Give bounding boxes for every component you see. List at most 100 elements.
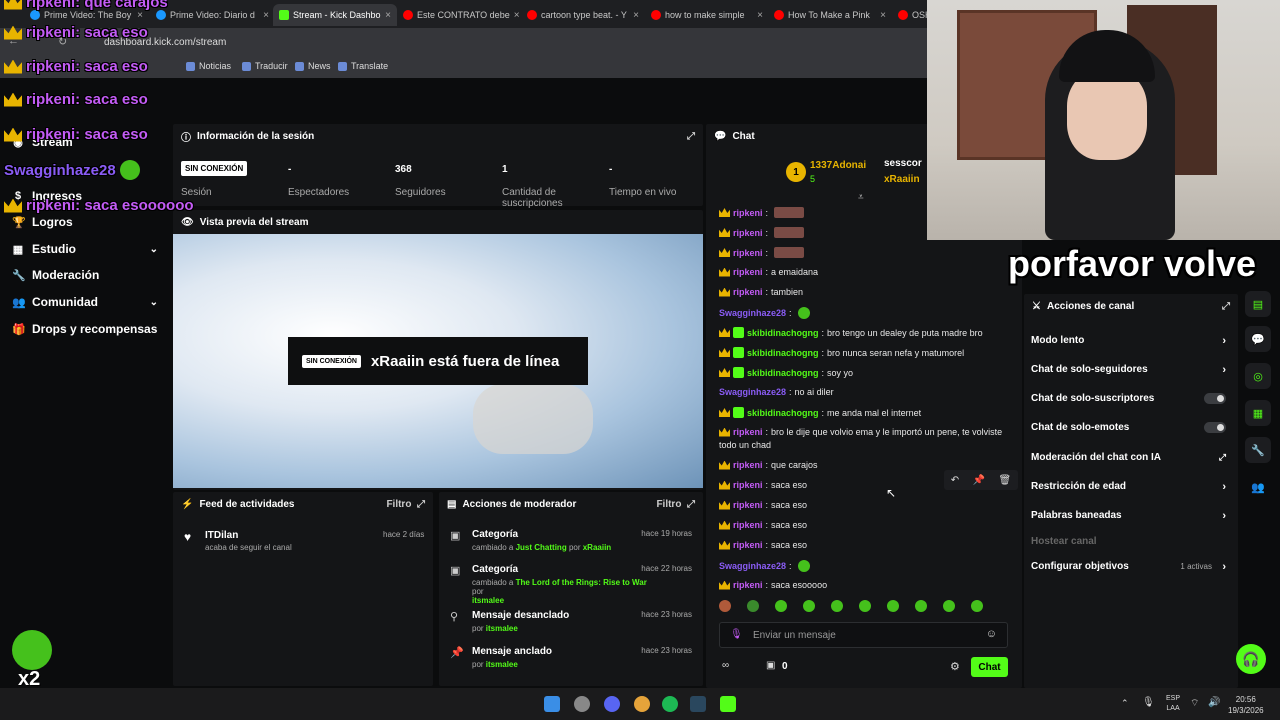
rail-chat-icon[interactable]: 💬 <box>1245 326 1271 352</box>
chat-message[interactable]: ripkeni: saca eso <box>719 480 807 490</box>
close-icon[interactable]: × <box>633 10 639 21</box>
emote-icon[interactable] <box>915 600 927 612</box>
bookmark[interactable]: Noticias <box>186 61 231 71</box>
browser-tab[interactable]: Prime Video: Diario d × <box>150 4 275 26</box>
chat-username[interactable]: ripkeni <box>733 480 763 490</box>
bookmark[interactable]: News <box>295 61 331 71</box>
channel-action-item[interactable]: Moderación del chat con IA ⤢ <box>1031 452 1226 463</box>
leader-name[interactable]: 1337Adonai <box>810 160 866 171</box>
browser-tab[interactable]: how to make simple × <box>645 4 769 26</box>
chat-message[interactable]: ripkeni: a emaidana <box>719 267 818 277</box>
mod-filter[interactable]: Filtro ⤢ <box>656 499 695 510</box>
send-chat-button[interactable]: Chat <box>971 657 1008 677</box>
emote-icon[interactable] <box>859 600 871 612</box>
chat-message[interactable]: ripkeni: tambien <box>719 287 803 297</box>
chat-username[interactable]: ripkeni <box>733 208 763 218</box>
chat-username[interactable]: skibidinachogng <box>747 348 819 358</box>
reply-icon[interactable]: ↶ <box>951 475 959 486</box>
chat-username[interactable]: ripkeni <box>733 248 763 258</box>
bookmark[interactable]: Traducir <box>242 61 288 71</box>
chat-username[interactable]: skibidinachogng <box>747 328 819 338</box>
chat-message[interactable]: ripkeni: <box>719 247 805 258</box>
channel-action-item[interactable]: Restricción de edad › <box>1031 481 1226 493</box>
browser-tab[interactable]: How To Make a Pink × <box>768 4 892 26</box>
emote-icon[interactable] <box>747 600 759 612</box>
sidebar-item-estudio[interactable]: ▦ Estudio ⌄ <box>0 242 170 256</box>
chat-message[interactable]: ripkeni: que carajos <box>719 460 818 470</box>
wifi-icon[interactable]: ⌔ <box>1190 697 1199 710</box>
browser-tab[interactable]: OSH <box>892 4 928 26</box>
channel-action-item[interactable]: Modo lento › <box>1031 335 1226 347</box>
chat-username[interactable]: ripkeni <box>733 500 763 510</box>
feed-user[interactable]: ITDilan <box>205 530 238 541</box>
rail-doc-icon[interactable]: ▤ <box>1245 291 1271 317</box>
clock[interactable]: 20:56 19/3/2026 <box>1228 694 1264 716</box>
chat-username[interactable]: skibidinachogng <box>747 408 819 418</box>
sidebar-item-logros[interactable]: 🏆 Logros <box>0 215 170 229</box>
chat-username[interactable]: Swagginhaze28 <box>719 561 786 571</box>
chat-input[interactable]: 🎙 Enviar un mensaje ☺ <box>719 622 1008 648</box>
chat-message[interactable]: skibidinachogng: bro nunca seran nefa y m… <box>719 347 964 358</box>
sidebar-item-moderacion[interactable]: 🔧 Moderación <box>0 268 170 282</box>
kick-icon[interactable] <box>720 696 736 712</box>
close-icon[interactable]: × <box>880 10 886 21</box>
chat-username[interactable]: ripkeni <box>733 580 763 590</box>
leader-name[interactable]: xRaaiin <box>884 174 920 185</box>
close-icon[interactable]: × <box>385 10 391 21</box>
rail-users-icon[interactable]: 👥 <box>1245 474 1271 500</box>
chat-message[interactable]: Swagginhaze28: <box>719 307 810 319</box>
chat-message[interactable]: skibidinachogng: soy yo <box>719 367 853 378</box>
chat-username[interactable]: ripkeni <box>733 427 763 437</box>
sidebar-item-drops[interactable]: 🎁 Drops y recompensas <box>0 322 170 336</box>
chat-username[interactable]: ripkeni <box>733 287 763 297</box>
chat-username[interactable]: ripkeni <box>733 460 763 470</box>
app-icon[interactable] <box>574 696 590 712</box>
chat-message[interactable]: skibidinachogng: bro tengo un dealey de p… <box>719 327 983 338</box>
emote-icon[interactable] <box>775 600 787 612</box>
browser-tab[interactable]: cartoon type beat. - Y × <box>521 4 645 26</box>
emoji-icon[interactable]: ☺ <box>986 628 997 640</box>
chat-message[interactable]: ripkeni: saca eso <box>719 540 807 550</box>
chat-message[interactable]: ripkeni: bro le dije que volvio ema y le … <box>719 427 1002 437</box>
bookmark[interactable]: Translate <box>338 61 388 71</box>
feed-filter[interactable]: Filtro ⤢ <box>386 499 425 510</box>
chat-message[interactable]: Swagginhaze28: no ai diler <box>719 387 834 397</box>
chat-username[interactable]: Swagginhaze28 <box>719 308 786 318</box>
chat-message[interactable]: ripkeni: <box>719 227 805 238</box>
chat-message[interactable]: ripkeni: saca eso <box>719 520 807 530</box>
pin-icon[interactable]: 📌 <box>973 475 985 486</box>
spotify-icon[interactable] <box>662 696 678 712</box>
chat-username[interactable]: ripkeni <box>733 228 763 238</box>
volume-icon[interactable]: 🔊 <box>1208 697 1220 708</box>
chat-username[interactable]: skibidinachogng <box>747 368 819 378</box>
expand-icon[interactable]: ⤢ <box>1222 301 1230 312</box>
language-indicator[interactable]: ESP LAA <box>1166 694 1180 714</box>
chat-message[interactable]: ripkeni: <box>719 207 805 218</box>
rail-wrench-icon[interactable]: 🔧 <box>1245 437 1271 463</box>
leader-name[interactable]: sesscor <box>884 158 922 169</box>
chat-username[interactable]: ripkeni <box>733 540 763 550</box>
browser-tab-active[interactable]: Stream - Kick Dashbo × <box>273 4 397 26</box>
steam-icon[interactable] <box>690 696 706 712</box>
chat-username[interactable]: Swagginhaze28 <box>719 387 786 397</box>
close-icon[interactable]: × <box>263 10 269 21</box>
mic-tray-icon[interactable]: 🎙 <box>1142 697 1155 708</box>
chat-message[interactable]: skibidinachogng: me anda mal el internet <box>719 407 921 418</box>
sidebar-item-comunidad[interactable]: 👥 Comunidad ⌄ <box>0 295 170 309</box>
close-icon[interactable]: × <box>137 10 143 21</box>
toggle-switch[interactable] <box>1204 422 1226 433</box>
toggle-switch[interactable] <box>1204 393 1226 404</box>
channel-action-item[interactable]: Chat de solo-suscriptores <box>1031 393 1226 404</box>
chat-username[interactable]: ripkeni <box>733 267 763 277</box>
emote-icon[interactable] <box>803 600 815 612</box>
chat-username[interactable]: ripkeni <box>733 520 763 530</box>
collapse-icon[interactable]: ⩡ <box>858 192 864 203</box>
emote-icon[interactable] <box>943 600 955 612</box>
emote-icon[interactable] <box>887 600 899 612</box>
emote-icon[interactable] <box>831 600 843 612</box>
discord-icon[interactable] <box>604 696 620 712</box>
support-headset-icon[interactable]: 🎧 <box>1236 644 1266 674</box>
expand-icon[interactable]: ⤢ <box>687 131 695 142</box>
rail-broadcast-icon[interactable]: ◎ <box>1245 363 1271 389</box>
browser-tab[interactable]: Este CONTRATO debe × <box>397 4 521 26</box>
